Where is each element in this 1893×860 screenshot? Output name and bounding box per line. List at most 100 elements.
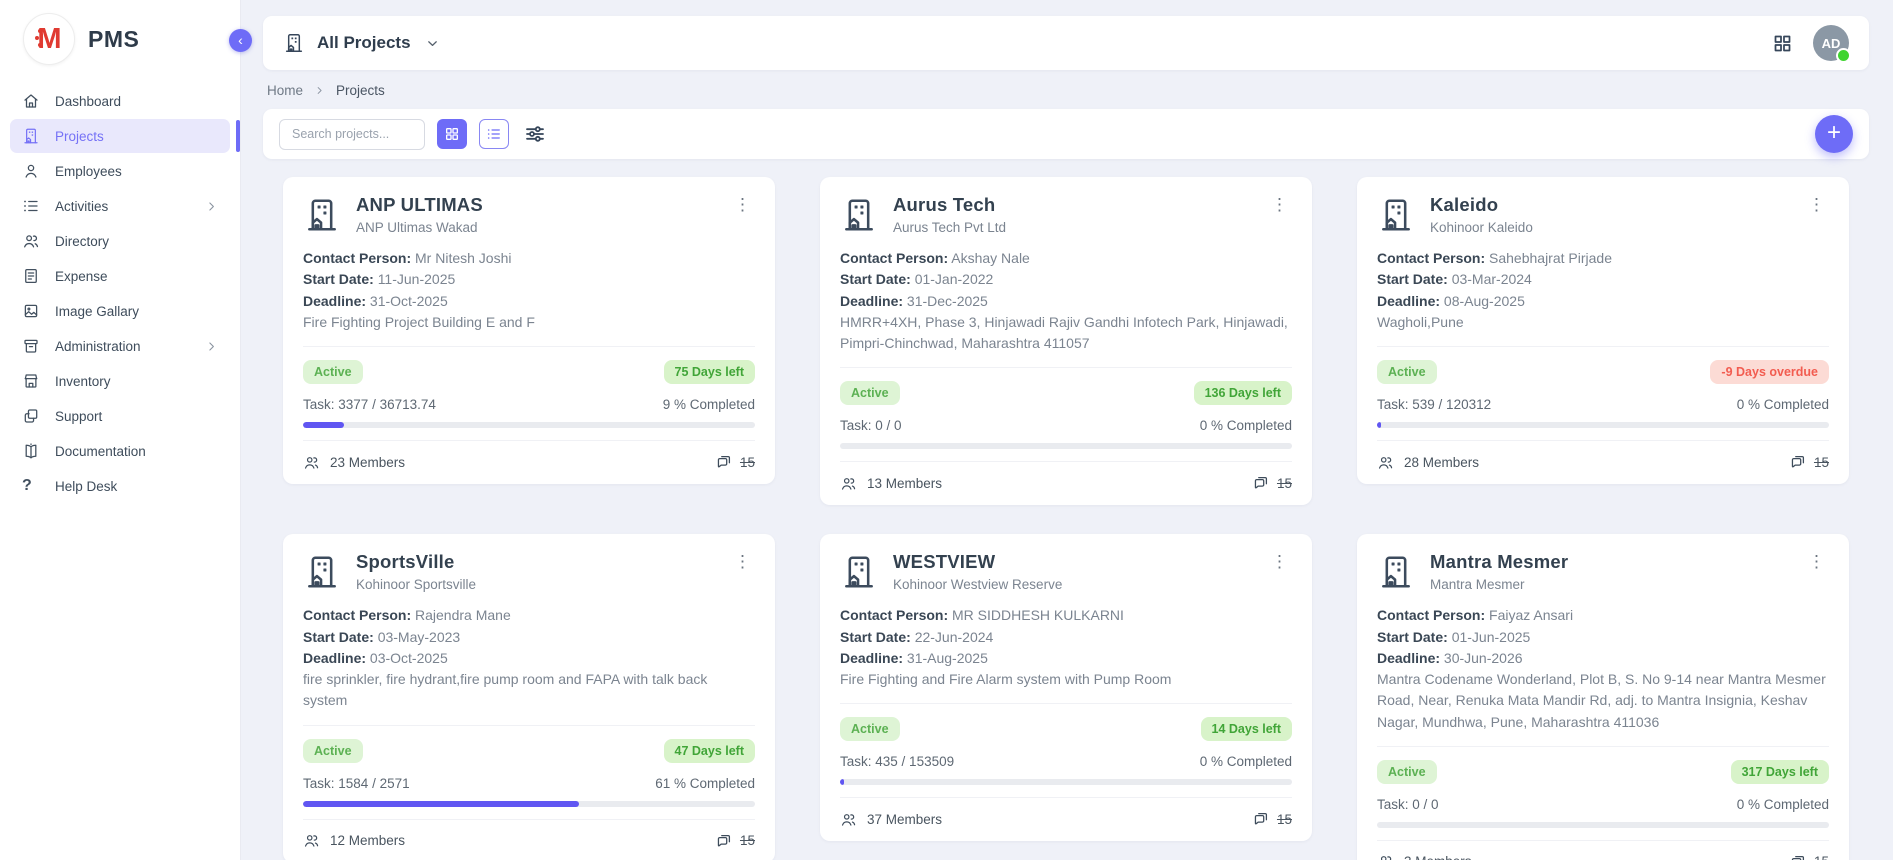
task-count: Task: 3377 / 36713.74: [303, 397, 436, 412]
sidebar-item-employees[interactable]: Employees: [10, 154, 230, 188]
chevron-right-icon: [205, 340, 218, 353]
comments-count[interactable]: 15: [1789, 853, 1829, 860]
search-input[interactable]: [279, 119, 425, 150]
project-card[interactable]: Kaleido Kohinoor Kaleido ⋮ Contact Perso…: [1357, 177, 1849, 484]
project-description: HMRR+4XH, Phase 3, Hinjawadi Rajiv Gandh…: [840, 312, 1292, 355]
breadcrumb-home[interactable]: Home: [267, 83, 303, 98]
project-name: Kaleido: [1430, 194, 1533, 216]
project-name: WESTVIEW: [893, 551, 1062, 573]
app-title: PMS: [88, 26, 139, 53]
members-count: 23 Members: [303, 454, 405, 471]
sidebar-item-dashboard[interactable]: Dashboard: [10, 84, 230, 118]
kebab-menu-icon[interactable]: ⋮: [1804, 551, 1829, 572]
project-card[interactable]: Mantra Mesmer Mantra Mesmer ⋮ Contact Pe…: [1357, 534, 1849, 860]
kebab-menu-icon[interactable]: ⋮: [1267, 194, 1292, 215]
contact-person-line: Contact Person: Faiyaz Ansari: [1377, 605, 1829, 626]
kebab-menu-icon[interactable]: ⋮: [730, 551, 755, 572]
project-card[interactable]: ANP ULTIMAS ANP Ultimas Wakad ⋮ Contact …: [283, 177, 775, 484]
comments-count[interactable]: 15: [1252, 474, 1292, 492]
progress-bar: [1377, 822, 1829, 828]
percent-completed: 9 % Completed: [663, 397, 755, 412]
contact-person-line: Contact Person: MR SIDDHESH KULKARNI: [840, 605, 1292, 626]
project-name: SportsVille: [356, 551, 476, 573]
comments-count[interactable]: 15: [715, 453, 755, 471]
logo-letter: M: [37, 23, 60, 56]
apps-grid-icon[interactable]: [1772, 33, 1793, 54]
page-title: All Projects: [317, 33, 411, 53]
sidebar-item-label: Activities: [55, 199, 108, 214]
list-view-icon: [486, 126, 502, 142]
sidebar-item-projects[interactable]: Projects: [10, 119, 230, 153]
project-card[interactable]: SportsVille Kohinoor Sportsville ⋮ Conta…: [283, 534, 775, 860]
sidebar-nav: Dashboard Projects Employees Activities …: [0, 77, 240, 510]
building-icon: [840, 196, 878, 234]
projects-toolbar: +: [263, 109, 1869, 159]
grid-view-icon: [444, 126, 460, 142]
start-date-line: Start Date: 03-May-2023: [303, 627, 755, 648]
building-icon: [283, 32, 305, 54]
members-count: 13 Members: [840, 475, 942, 492]
project-card[interactable]: Aurus Tech Aurus Tech Pvt Ltd ⋮ Contact …: [820, 177, 1312, 505]
sidebar-item-documentation[interactable]: Documentation: [10, 434, 230, 468]
comments-count[interactable]: 15: [1789, 453, 1829, 471]
receipt-icon: [22, 267, 40, 285]
comments-count[interactable]: 15: [1252, 810, 1292, 828]
building-icon: [303, 196, 341, 234]
sidebar-item-label: Support: [55, 409, 102, 424]
members-icon: [1377, 853, 1394, 860]
sidebar: M PMS Dashboard Projects Employees Activ…: [0, 0, 241, 860]
sidebar-item-label: Administration: [55, 339, 141, 354]
sidebar-collapse-button[interactable]: ‹: [229, 29, 252, 52]
filter-sliders-icon[interactable]: [523, 122, 547, 146]
top-header-bar: All Projects AD: [263, 16, 1869, 70]
project-subtitle: Kohinoor Kaleido: [1430, 220, 1533, 235]
sidebar-item-activities[interactable]: Activities: [10, 189, 230, 223]
avatar[interactable]: AD: [1813, 25, 1849, 61]
days-left-badge: 75 Days left: [664, 360, 755, 384]
start-date-line: Start Date: 11-Jun-2025: [303, 269, 755, 290]
members-count: 28 Members: [1377, 454, 1479, 471]
kebab-menu-icon[interactable]: ⋮: [1804, 194, 1829, 215]
progress-bar: [840, 779, 1292, 785]
image-icon: [22, 302, 40, 320]
project-subtitle: Aurus Tech Pvt Ltd: [893, 220, 1006, 235]
project-subtitle: Kohinoor Westview Reserve: [893, 577, 1062, 592]
grid-view-button[interactable]: [437, 119, 467, 149]
deadline-line: Deadline: 31-Dec-2025: [840, 291, 1292, 312]
comments-count[interactable]: 15: [715, 832, 755, 850]
members-icon: [840, 475, 857, 492]
status-badge: Active: [1377, 360, 1437, 384]
members-icon: [303, 832, 320, 849]
add-project-button[interactable]: +: [1815, 115, 1853, 153]
deadline-line: Deadline: 03-Oct-2025: [303, 648, 755, 669]
status-badge: Active: [840, 381, 900, 405]
project-selector[interactable]: All Projects: [283, 32, 440, 54]
sidebar-item-support[interactable]: Support: [10, 399, 230, 433]
sidebar-item-label: Help Desk: [55, 479, 117, 494]
chat-icon: [1789, 853, 1807, 860]
kebab-menu-icon[interactable]: ⋮: [730, 194, 755, 215]
sidebar-item-image-gallary[interactable]: Image Gallary: [10, 294, 230, 328]
project-card[interactable]: WESTVIEW Kohinoor Westview Reserve ⋮ Con…: [820, 534, 1312, 841]
progress-fill: [1377, 422, 1381, 428]
breadcrumb-current: Projects: [336, 83, 385, 98]
sidebar-item-label: Projects: [55, 129, 104, 144]
project-description: Wagholi,Pune: [1377, 312, 1829, 333]
list-icon: [22, 197, 40, 215]
store-icon: [22, 372, 40, 390]
sidebar-item-expense[interactable]: Expense: [10, 259, 230, 293]
kebab-menu-icon[interactable]: ⋮: [1267, 551, 1292, 572]
sidebar-item-inventory[interactable]: Inventory: [10, 364, 230, 398]
sidebar-item-help-desk[interactable]: ? Help Desk: [10, 469, 230, 503]
sidebar-item-administration[interactable]: Administration: [10, 329, 230, 363]
chat-icon: [1252, 474, 1270, 492]
percent-completed: 0 % Completed: [1737, 797, 1829, 812]
projects-grid: ANP ULTIMAS ANP Ultimas Wakad ⋮ Contact …: [283, 177, 1849, 860]
percent-completed: 0 % Completed: [1200, 418, 1292, 433]
list-view-button[interactable]: [479, 119, 509, 149]
chevron-right-icon: [205, 200, 218, 213]
days-left-badge: 136 Days left: [1194, 381, 1292, 405]
sidebar-item-directory[interactable]: Directory: [10, 224, 230, 258]
contact-person-line: Contact Person: Mr Nitesh Joshi: [303, 248, 755, 269]
days-left-badge: 317 Days left: [1731, 760, 1829, 784]
